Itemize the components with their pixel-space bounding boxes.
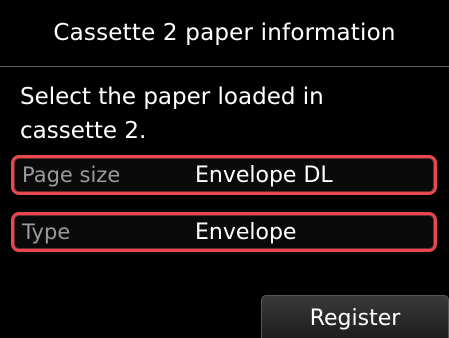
type-setting[interactable]: Type Envelope (11, 212, 437, 252)
type-value: Envelope (195, 219, 297, 245)
instruction-text: Select the paper loaded in cassette 2. (20, 84, 324, 144)
screen-title: Cassette 2 paper information (53, 20, 396, 46)
printer-lcd-screen: Cassette 2 paper information Select the … (0, 0, 449, 338)
page-size-label: Page size (22, 163, 121, 187)
title-bar: Cassette 2 paper information (0, 0, 449, 67)
type-label: Type (22, 220, 71, 244)
page-size-setting[interactable]: Page size Envelope DL (11, 155, 437, 195)
register-button[interactable]: Register (261, 295, 449, 338)
page-size-value: Envelope DL (195, 162, 333, 188)
